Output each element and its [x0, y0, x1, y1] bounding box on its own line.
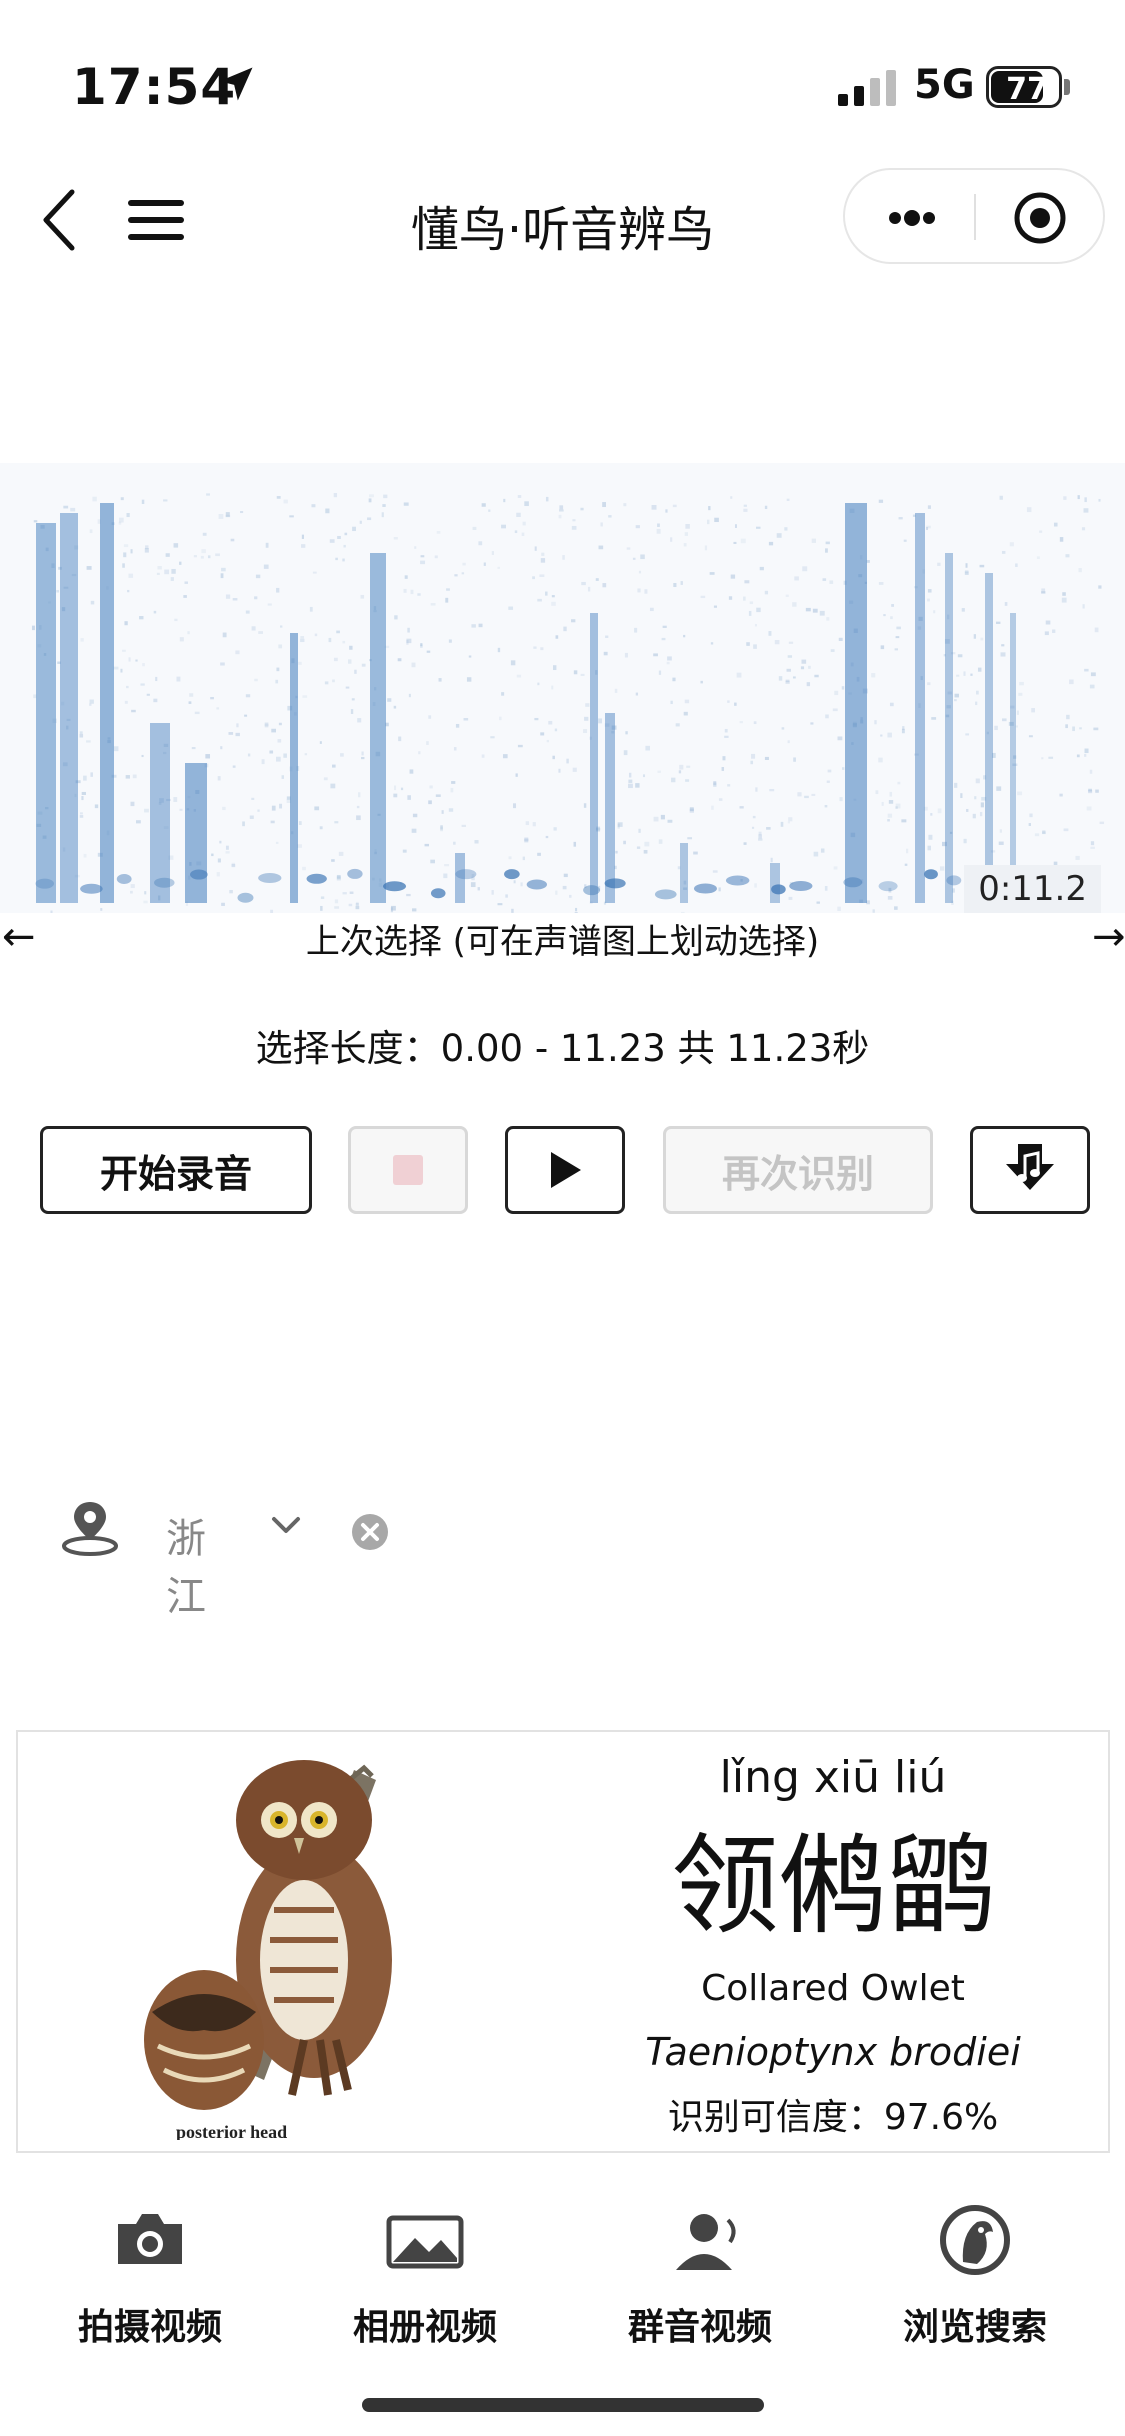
selection-right-arrow[interactable]: →	[1092, 914, 1125, 960]
bird-pinyin: lǐng xiū liú	[719, 1752, 947, 1803]
owl-illustration: posterior head pattern	[144, 1760, 392, 2140]
play-icon	[551, 1152, 581, 1188]
location-arrow-icon	[219, 67, 253, 101]
stop-icon	[393, 1155, 423, 1185]
play-button[interactable]	[505, 1126, 625, 1214]
status-time: 17:54	[72, 58, 237, 116]
selection-length: 选择长度：0.00 - 11.23 共 11.23秒	[255, 1027, 870, 1070]
region-label[interactable]: 浙江	[166, 1506, 206, 1622]
more-button[interactable]	[865, 188, 955, 248]
tab-camera-video[interactable]: 拍摄视频	[30, 2190, 270, 2350]
camera-icon	[118, 2214, 182, 2264]
bird-chinese-name: 领鸺鹠	[670, 1824, 995, 1949]
spectrogram-time: 0:11.2	[964, 865, 1101, 913]
tab-label: 相册视频	[352, 2307, 497, 2348]
image-caption-1: posterior head	[176, 2122, 287, 2140]
tab-browse-search[interactable]: 浏览搜索	[855, 2190, 1095, 2350]
tab-album-video[interactable]: 相册视频	[305, 2190, 545, 2350]
bird-english-name: Collared Owlet	[701, 1968, 965, 2009]
home-indicator	[362, 2398, 764, 2412]
reidentify-button[interactable]: 再次识别	[663, 1126, 933, 1214]
mini-program-capsule	[843, 168, 1105, 264]
spectrogram-image[interactable]	[0, 463, 1125, 913]
tab-group-audio-video[interactable]: 群音视频	[580, 2190, 820, 2350]
close-mini-program-button[interactable]	[995, 188, 1085, 248]
identification-confidence: 识别可信度：97.6%	[667, 2097, 999, 2138]
tab-label: 群音视频	[627, 2307, 772, 2348]
spectrogram[interactable]: 0:11.2	[0, 463, 1125, 913]
back-button[interactable]	[30, 180, 90, 260]
bird-search-icon	[940, 2205, 1010, 2275]
image-icon	[386, 2215, 464, 2269]
bird-scientific-name: Taenioptynx brodiei	[645, 2030, 1021, 2074]
result-card[interactable]: posterior head pattern lǐng xiū liú 领鸺鹠 …	[16, 1730, 1110, 2153]
page-title: 懂鸟·听音辨鸟	[410, 202, 715, 258]
stop-button[interactable]	[348, 1126, 468, 1214]
signal-icon	[838, 70, 896, 106]
selection-left-arrow[interactable]: ←	[2, 914, 36, 960]
music-import-button[interactable]	[970, 1126, 1090, 1214]
chevron-down-icon[interactable]	[268, 1510, 304, 1540]
group-icon	[676, 2214, 736, 2270]
start-recording-button[interactable]: 开始录音	[40, 1126, 312, 1214]
clear-region-button[interactable]	[350, 1512, 390, 1552]
location-pin-icon[interactable]	[58, 1498, 122, 1558]
capsule-divider	[974, 194, 976, 240]
music-download-icon	[1006, 1144, 1054, 1190]
battery-icon: 77	[986, 66, 1070, 108]
tab-label: 拍摄视频	[77, 2307, 222, 2348]
selection-hint: 上次选择 (可在声谱图上划动选择)	[305, 922, 820, 962]
tab-label: 浏览搜索	[902, 2307, 1047, 2348]
battery-level: 77	[1006, 72, 1048, 107]
network-type: 5G	[914, 62, 975, 108]
menu-button[interactable]	[122, 192, 192, 248]
